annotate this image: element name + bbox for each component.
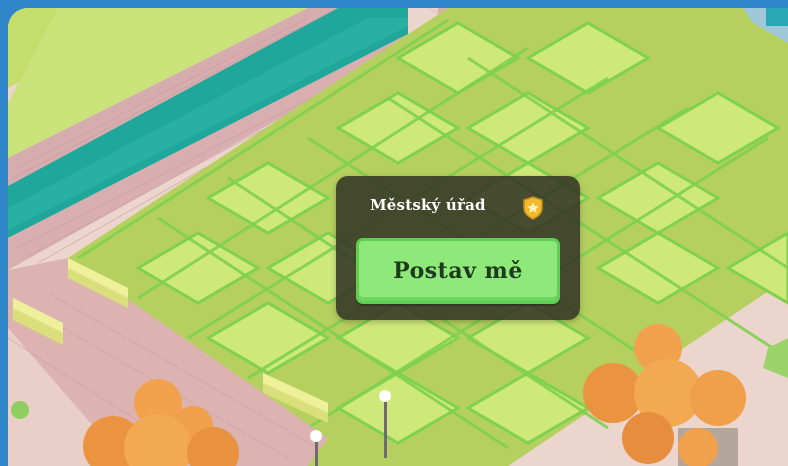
- building-name-label: Městský úřad: [370, 196, 486, 214]
- bush-left: [11, 401, 29, 419]
- building-popup: Městský úřad Postav mě: [336, 176, 580, 320]
- game-viewport[interactable]: Městský úřad Postav mě: [8, 8, 788, 466]
- build-button[interactable]: Postav mě: [356, 238, 560, 304]
- build-button-label: Postav mě: [393, 258, 523, 284]
- game-frame: Městský úřad Postav mě: [0, 0, 788, 466]
- shield-star-icon: [522, 196, 544, 220]
